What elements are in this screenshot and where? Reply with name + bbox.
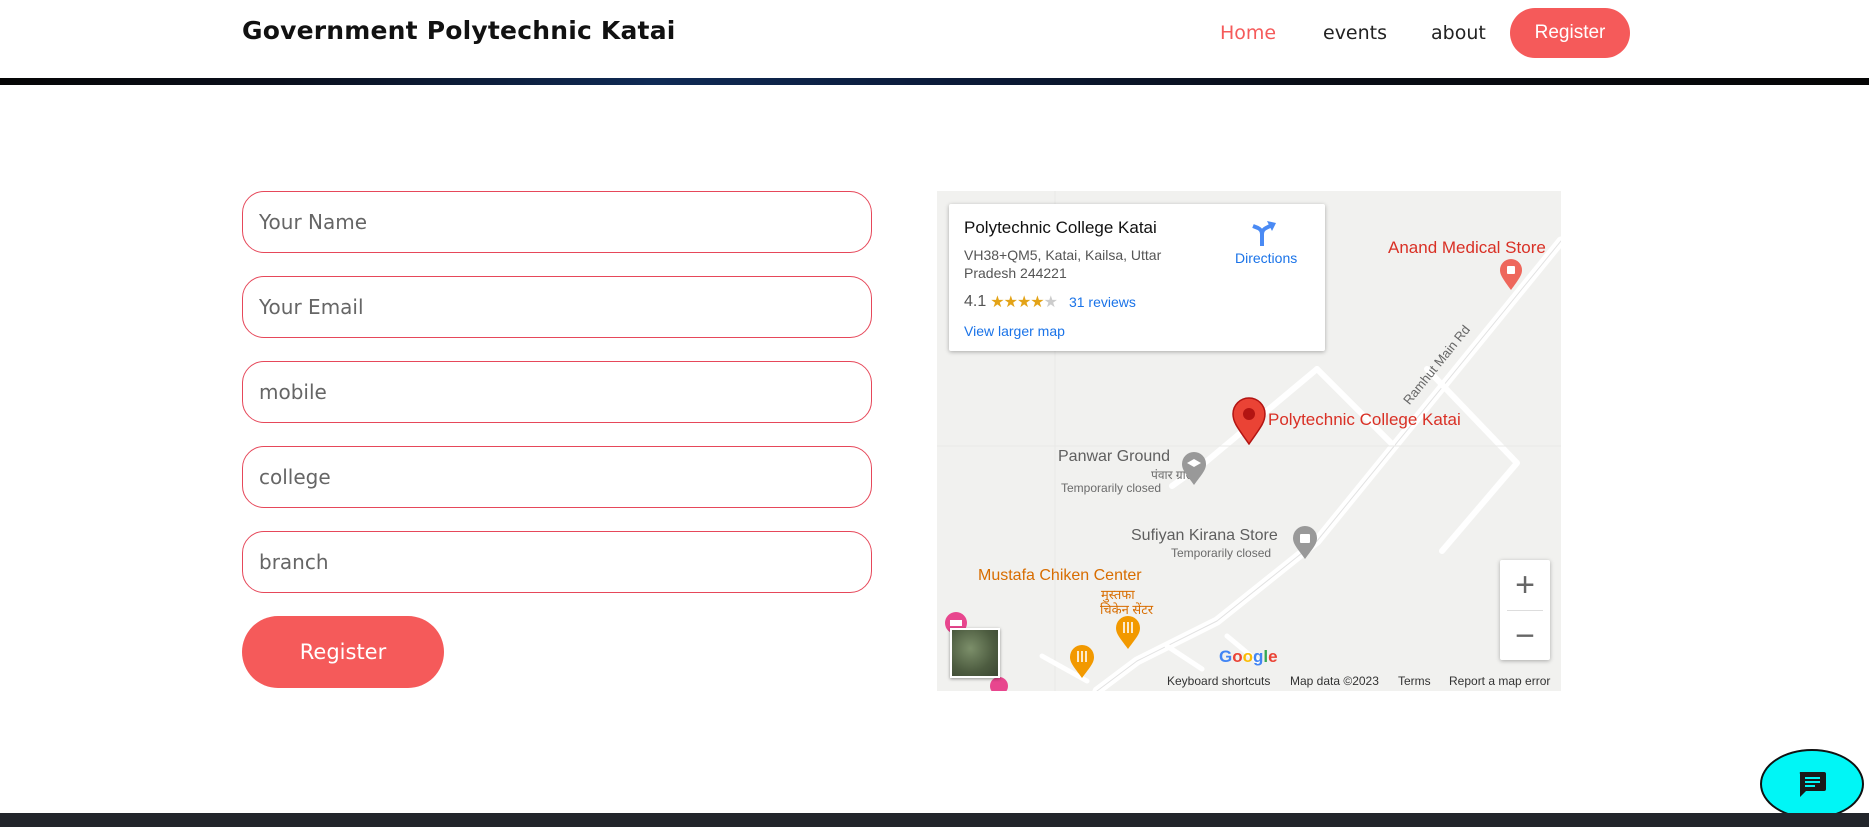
zoom-out-button[interactable]: − xyxy=(1500,611,1550,661)
name-input[interactable] xyxy=(242,191,872,253)
nav-home[interactable]: Home xyxy=(1220,22,1276,44)
site-footer xyxy=(0,813,1869,827)
mobile-input[interactable] xyxy=(242,361,872,423)
nav-events[interactable]: events xyxy=(1323,22,1387,44)
embedded-map[interactable]: Polytechnic College Katai VH38+QM5, Kata… xyxy=(937,191,1561,691)
reviews-link[interactable]: 31 reviews xyxy=(1069,294,1136,310)
place-rating: 4.1 ★★★★★ 31 reviews xyxy=(964,292,1136,312)
map-attribution: Keyboard shortcuts Map data ©2023 Terms … xyxy=(937,671,1561,691)
chat-button[interactable] xyxy=(1760,749,1864,819)
poi-mustafa-chiken[interactable]: Mustafa Chiken Center xyxy=(978,567,1142,585)
report-map-error-link[interactable]: Report a map error xyxy=(1449,674,1550,688)
directions-link[interactable]: Directions xyxy=(1235,250,1297,266)
directions-icon[interactable] xyxy=(1247,218,1277,248)
email-input[interactable] xyxy=(242,276,872,338)
register-submit-button[interactable]: Register xyxy=(242,616,444,688)
star-rating-icon: ★★★★★ xyxy=(990,294,1058,311)
school-pin-icon[interactable] xyxy=(1181,452,1207,486)
restaurant-pin-icon[interactable] xyxy=(1115,616,1141,650)
google-logo: Google xyxy=(1219,647,1278,666)
nav-register-button[interactable]: Register xyxy=(1510,8,1630,58)
chat-icon xyxy=(1799,772,1826,797)
nav-about[interactable]: about xyxy=(1431,22,1486,44)
rating-value: 4.1 xyxy=(964,293,987,310)
poi-sufiyan-status: Temporarily closed xyxy=(1171,546,1272,560)
terms-link[interactable]: Terms xyxy=(1398,674,1431,688)
place-info-card: Polytechnic College Katai VH38+QM5, Kata… xyxy=(949,204,1325,351)
branch-input[interactable] xyxy=(242,531,872,593)
poi-sufiyan-kirana[interactable]: Sufiyan Kirana Store xyxy=(1131,527,1278,545)
poi-anand-medical[interactable]: Anand Medical Store xyxy=(1388,238,1546,258)
college-input[interactable] xyxy=(242,446,872,508)
shopping-pin-icon[interactable] xyxy=(1292,526,1318,560)
map-data-label: Map data ©2023 xyxy=(1290,674,1379,688)
zoom-in-button[interactable]: + xyxy=(1500,560,1550,610)
view-larger-map-link[interactable]: View larger map xyxy=(964,323,1065,339)
poi-panwar-status: Temporarily closed xyxy=(1061,481,1162,495)
zoom-controls: + − xyxy=(1500,560,1550,660)
place-address: VH38+QM5, Katai, Kailsa, Uttar Pradesh 2… xyxy=(964,247,1162,281)
keyboard-shortcuts-link[interactable]: Keyboard shortcuts xyxy=(1167,674,1270,688)
pharmacy-pin-icon[interactable] xyxy=(1499,259,1523,291)
poi-polytechnic-college[interactable]: Polytechnic College Katai xyxy=(1268,410,1461,430)
map-pin-icon[interactable] xyxy=(1231,397,1267,445)
place-title: Polytechnic College Katai xyxy=(964,218,1157,237)
header-banner-strip xyxy=(0,78,1869,85)
poi-panwar-ground[interactable]: Panwar Ground xyxy=(1058,448,1170,466)
site-brand[interactable]: Government Polytechnic Katai xyxy=(242,16,676,45)
site-header: Government Polytechnic Katai Home events… xyxy=(0,0,1869,78)
